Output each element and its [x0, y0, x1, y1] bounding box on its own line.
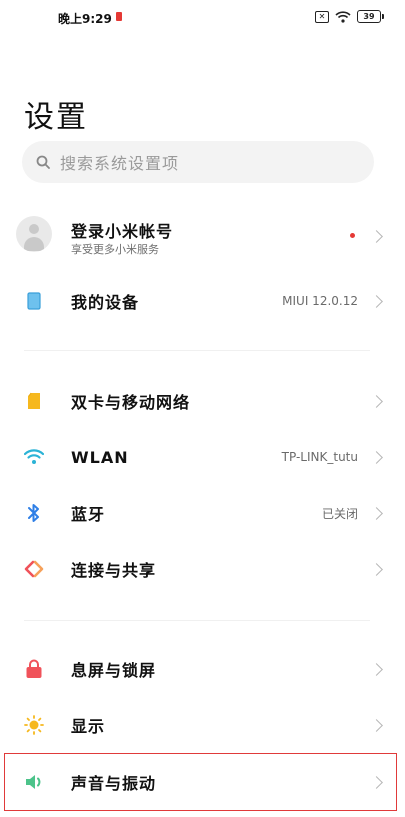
connection-sharing-icon — [24, 559, 44, 579]
wlan-row[interactable]: WLAN TP-LINK_tutu — [0, 436, 405, 478]
wifi-status-icon — [335, 10, 351, 23]
lock-screen-row[interactable]: 息屏与锁屏 — [0, 648, 405, 690]
search-icon — [36, 155, 50, 169]
bluetooth-label: 蓝牙 — [71, 505, 106, 524]
chevron-right-icon — [370, 662, 383, 676]
section-divider — [24, 350, 370, 351]
chevron-right-icon — [370, 229, 383, 243]
no-sim-icon: ✕ — [315, 10, 329, 23]
my-device-row[interactable]: 我的设备 MIUI 12.0.12 — [0, 280, 405, 322]
chevron-right-icon — [370, 394, 383, 408]
notification-icon — [116, 12, 122, 21]
search-input[interactable]: 搜索系统设置项 — [22, 141, 374, 183]
search-placeholder: 搜索系统设置项 — [60, 154, 180, 173]
display-brightness-icon — [24, 715, 44, 735]
status-bar: 晚上9:29 ✕ 39 — [0, 0, 405, 36]
connection-sharing-label: 连接与共享 — [71, 561, 157, 580]
highlight-box — [4, 753, 397, 811]
battery-icon: 39 — [357, 10, 384, 23]
chevron-right-icon — [370, 450, 383, 464]
display-row[interactable]: 显示 — [0, 704, 405, 746]
bluetooth-row[interactable]: 蓝牙 已关闭 — [0, 492, 405, 534]
chevron-right-icon — [370, 562, 383, 576]
page-title: 设置 — [24, 100, 88, 135]
connection-sharing-row[interactable]: 连接与共享 — [0, 548, 405, 590]
status-icons: ✕ 39 — [315, 10, 384, 23]
dual-sim-row[interactable]: 双卡与移动网络 — [0, 380, 405, 422]
sim-card-icon — [24, 391, 44, 411]
account-subtitle: 享受更多小米服务 — [71, 243, 159, 256]
section-divider — [24, 620, 370, 621]
chevron-right-icon — [370, 294, 383, 308]
display-label: 显示 — [71, 717, 106, 736]
wifi-icon — [24, 447, 44, 467]
wlan-network-name: TP-LINK_tutu — [281, 450, 358, 464]
status-time: 晚上9:29 — [58, 12, 112, 26]
device-icon — [24, 291, 44, 311]
lock-icon — [24, 659, 44, 679]
chevron-right-icon — [370, 718, 383, 732]
my-device-label: 我的设备 — [71, 293, 140, 312]
dual-sim-label: 双卡与移动网络 — [71, 393, 191, 412]
wlan-label: WLAN — [71, 447, 129, 467]
bluetooth-icon — [24, 503, 44, 523]
chevron-right-icon — [370, 506, 383, 520]
lock-screen-label: 息屏与锁屏 — [71, 661, 157, 680]
miui-version: MIUI 12.0.12 — [282, 294, 358, 308]
bluetooth-status: 已关闭 — [321, 506, 358, 521]
